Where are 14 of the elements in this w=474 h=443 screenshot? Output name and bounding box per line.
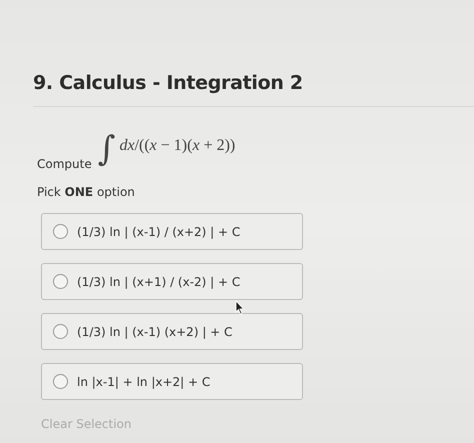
radio-button[interactable] bbox=[53, 324, 68, 339]
formula-text: dx/((x − 1)(x + 2)) bbox=[119, 137, 236, 155]
question-title: 9. Calculus - Integration 2 bbox=[33, 72, 304, 94]
answer-option[interactable]: ln |x-1| + ln |x+2| + C bbox=[41, 363, 303, 400]
radio-button[interactable] bbox=[53, 274, 68, 289]
answer-option[interactable]: (1/3) ln | (x+1) / (x-2) | + C bbox=[41, 263, 303, 300]
radio-button[interactable] bbox=[53, 374, 68, 389]
answer-option[interactable]: (1/3) ln | (x-1) / (x+2) | + C bbox=[41, 213, 303, 250]
radio-button[interactable] bbox=[53, 224, 68, 239]
integral-sign: ∫ bbox=[98, 128, 116, 171]
instruction-text: Pick ONE option bbox=[37, 185, 136, 199]
mouse-pointer-icon bbox=[235, 300, 245, 315]
answer-option[interactable]: (1/3) ln | (x-1) (x+2) | + C bbox=[41, 313, 303, 350]
prompt-text: Compute bbox=[37, 157, 92, 171]
